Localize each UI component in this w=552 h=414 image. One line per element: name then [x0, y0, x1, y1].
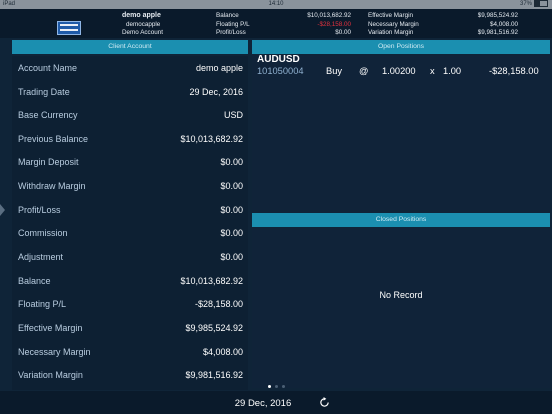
- row-value: demo apple: [195, 63, 243, 73]
- row-label: Profit/Loss: [18, 205, 61, 215]
- summary-label: Necessary Margin: [368, 20, 419, 28]
- page-indicator[interactable]: [0, 385, 552, 388]
- summary-value-negative: -$28,158.00: [317, 20, 351, 28]
- row-label: Previous Balance: [18, 134, 89, 144]
- position-ticket: 101050004: [257, 66, 304, 76]
- account-row: Adjustment $0.00: [12, 247, 248, 270]
- row-value: 29 Dec, 2016: [189, 87, 243, 97]
- refresh-icon[interactable]: [319, 397, 330, 408]
- closed-positions-panel: [252, 228, 550, 388]
- account-row: Base Currency USD: [12, 105, 248, 128]
- page-dot[interactable]: [281, 385, 285, 388]
- summary-label: Effective Margin: [368, 12, 414, 19]
- page-dot[interactable]: [274, 385, 278, 388]
- row-label: Balance: [18, 276, 51, 286]
- page-dot-active[interactable]: [267, 385, 271, 388]
- city-credit-logo: [57, 21, 81, 35]
- row-label: Necessary Margin: [18, 347, 91, 357]
- row-value: $0.00: [220, 228, 243, 238]
- account-row: Necessary Margin $4,008.00: [12, 342, 248, 365]
- row-value: $0.00: [220, 181, 243, 191]
- summary-label: Floating P/L: [216, 20, 250, 28]
- summary-values-1: $10,013,682.92 -$28,158.00 $0.00: [282, 12, 351, 38]
- summary-labels-1: Balance Floating P/L Profit/Loss: [216, 12, 250, 38]
- summary-values-2: $9,985,524.92 $4,008.00 $9,981,516.92: [450, 12, 518, 38]
- row-label: Effective Margin: [18, 323, 83, 333]
- client-account-title: Client Account: [12, 40, 248, 54]
- row-value: $0.00: [220, 205, 243, 215]
- client-account-panel: Account Name demo apple Trading Date 29 De…: [12, 56, 248, 390]
- account-row: Effective Margin $9,985,524.92: [12, 318, 248, 341]
- account-row: Balance $10,013,682.92: [12, 271, 248, 294]
- row-value: $9,985,524.92: [185, 323, 243, 333]
- row-value: $10,013,682.92: [180, 134, 243, 144]
- position-side: Buy: [326, 66, 343, 76]
- footer-date: 29 Dec, 2016: [234, 398, 292, 409]
- clock: 14:10: [268, 1, 284, 7]
- account-summary-header: demo apple democapple Demo Account Balan…: [0, 9, 552, 38]
- account-type: Demo Account: [122, 29, 163, 37]
- account-row: Floating P/L -$28,158.00: [12, 294, 248, 317]
- open-positions-title: Open Positions: [252, 40, 550, 54]
- no-record-text: No Record: [379, 290, 423, 300]
- position-x: x: [430, 66, 435, 76]
- position-price: 1.00200: [382, 66, 416, 76]
- summary-label: Balance: [216, 12, 239, 19]
- battery-indicator: 37%: [520, 0, 548, 9]
- side-handle-icon[interactable]: [0, 204, 5, 216]
- row-label: Withdraw Margin: [18, 181, 86, 191]
- row-value: $10,013,682.92: [180, 276, 243, 286]
- position-symbol: AUDUSD: [257, 54, 300, 65]
- summary-value: $4,008.00: [489, 20, 518, 28]
- row-label: Trading Date: [18, 87, 70, 97]
- summary-label: Variation Margin: [368, 29, 414, 37]
- row-value: $0.00: [220, 252, 243, 262]
- account-row: Commission $0.00: [12, 223, 248, 246]
- row-label: Variation Margin: [18, 370, 83, 380]
- summary-label: Profit/Loss: [216, 29, 246, 37]
- row-label: Margin Deposit: [18, 157, 79, 167]
- row-value: $4,008.00: [202, 347, 243, 357]
- row-value-negative: -$28,158.00: [194, 299, 243, 309]
- account-row: Account Name demo apple: [12, 58, 248, 81]
- account-username: democapple: [126, 20, 161, 28]
- position-pl: -$28,158.00: [489, 66, 539, 76]
- position-lots: 1.00: [443, 66, 462, 76]
- row-label: Adjustment: [18, 252, 64, 262]
- row-label: Account Name: [18, 63, 78, 73]
- row-label: Commission: [18, 228, 68, 238]
- account-info: demo apple democapple Demo Account: [122, 12, 163, 38]
- summary-value: $9,985,524.92: [477, 12, 518, 19]
- summary-labels-2: Effective Margin Necessary Margin Variat…: [368, 12, 419, 38]
- summary-value: $0.00: [335, 29, 351, 37]
- status-bar: iPad 14:10 37%: [0, 0, 552, 9]
- row-value: USD: [223, 110, 243, 120]
- summary-value: $9,981,516.92: [477, 29, 518, 37]
- row-value: $0.00: [220, 157, 243, 167]
- row-label: Base Currency: [18, 110, 78, 120]
- summary-value: $10,013,682.92: [307, 12, 351, 19]
- account-row: Withdraw Margin $0.00: [12, 176, 248, 199]
- account-row: Profit/Loss $0.00: [12, 200, 248, 223]
- row-value: $9,981,516.92: [185, 370, 243, 380]
- position-at: @: [359, 66, 369, 76]
- account-row: Trading Date 29 Dec, 2016: [12, 82, 248, 105]
- account-row: Margin Deposit $0.00: [12, 152, 248, 175]
- battery-icon: [534, 0, 548, 7]
- bottom-bar: 29 Dec, 2016: [0, 391, 552, 414]
- account-name: demo apple: [122, 12, 161, 19]
- closed-positions-title: Closed Positions: [252, 213, 550, 227]
- open-positions-panel: [252, 55, 550, 210]
- battery-percent: 37%: [519, 1, 532, 8]
- row-label: Floating P/L: [18, 299, 67, 309]
- account-row: Previous Balance $10,013,682.92: [12, 129, 248, 152]
